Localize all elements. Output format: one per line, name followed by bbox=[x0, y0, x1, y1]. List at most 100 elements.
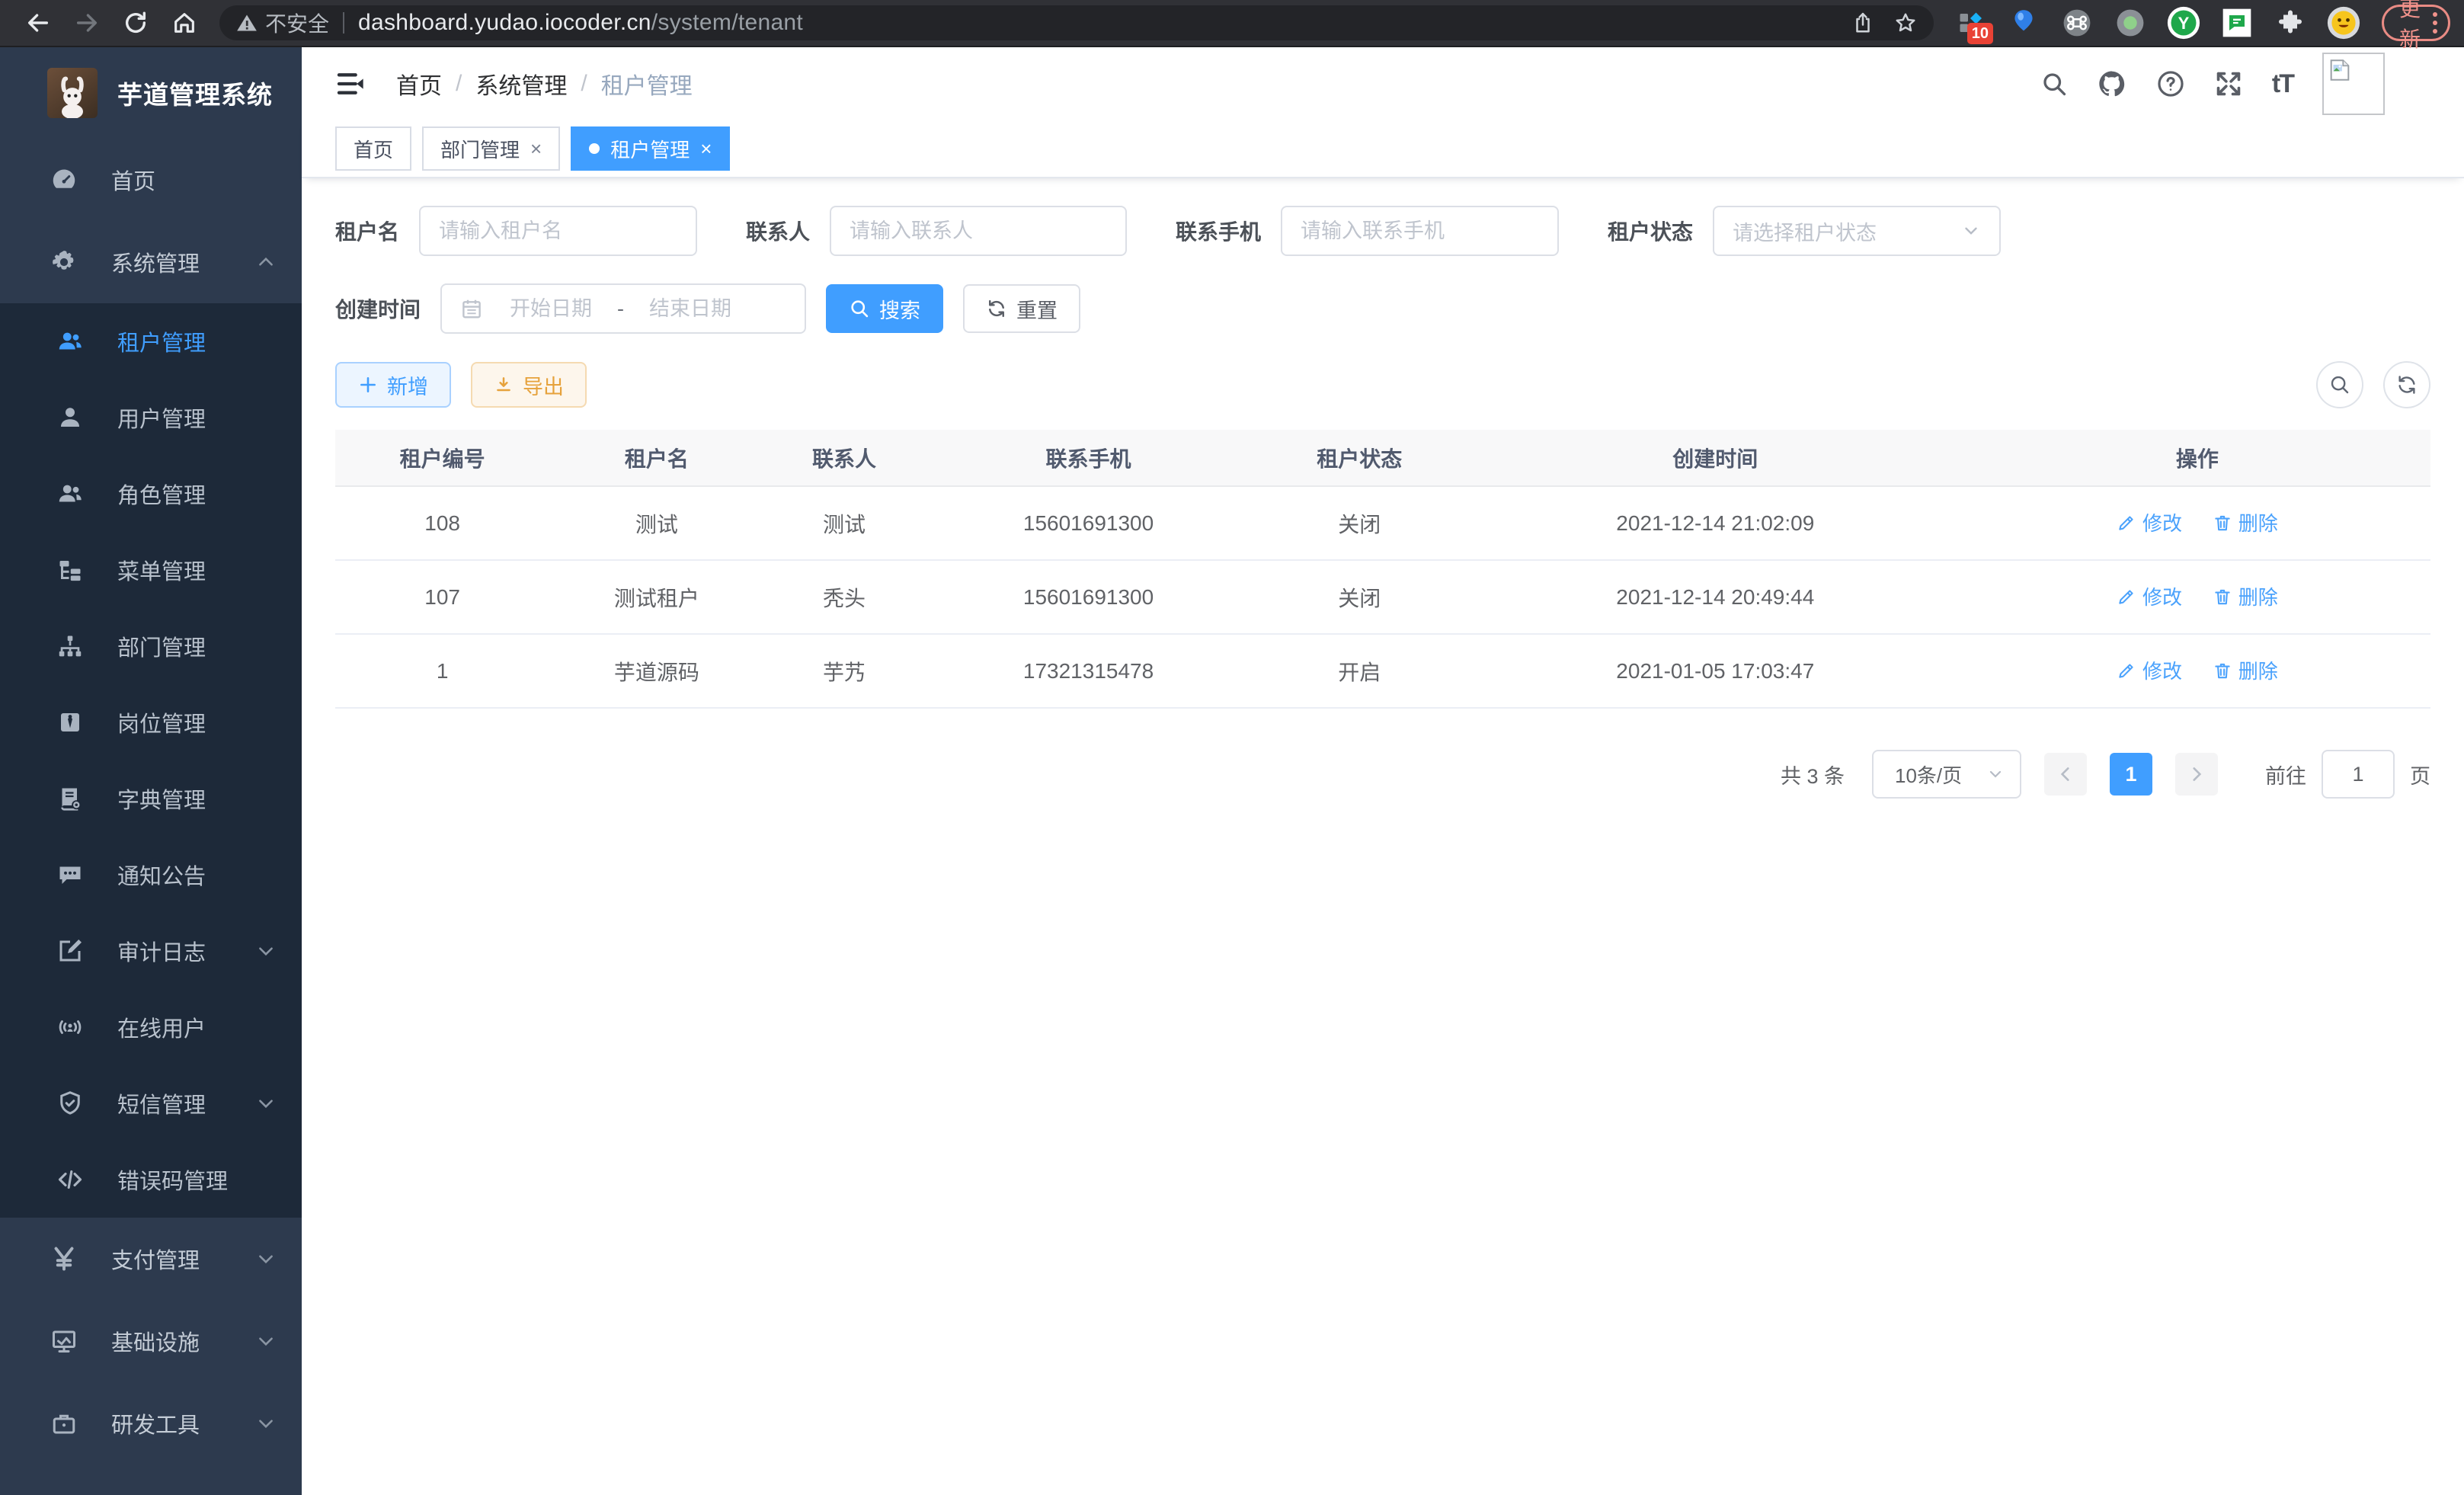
mobile-label: 联系手机 bbox=[1176, 216, 1261, 246]
help-icon[interactable] bbox=[2156, 69, 2185, 98]
sidebar-item-infra[interactable]: 基础设施 bbox=[0, 1300, 302, 1382]
main-area: 首页 / 系统管理 / 租户管理 tT bbox=[302, 47, 2464, 1495]
reset-button[interactable]: 重置 bbox=[963, 284, 1080, 333]
font-size-icon[interactable]: tT bbox=[2272, 69, 2293, 99]
sidebar-item-menu[interactable]: 菜单管理 bbox=[0, 532, 302, 608]
sidebar-item-dict[interactable]: 字典管理 bbox=[0, 760, 302, 837]
tenant-name-input[interactable] bbox=[419, 206, 697, 256]
broken-image-icon bbox=[2327, 57, 2353, 83]
contact-input[interactable] bbox=[830, 206, 1127, 256]
goto-page-input[interactable] bbox=[2322, 750, 2395, 799]
status-select[interactable]: 请选择租户状态 bbox=[1713, 206, 2001, 256]
sidebar-item-notice[interactable]: 通知公告 bbox=[0, 837, 302, 913]
edit-icon bbox=[2117, 587, 2136, 607]
error-code-icon bbox=[55, 1166, 85, 1193]
col-tenant-name: 租户名 bbox=[549, 430, 763, 486]
breadcrumb-system[interactable]: 系统管理 bbox=[475, 67, 567, 101]
sidebar-item-online-user[interactable]: 在线用户 bbox=[0, 989, 302, 1065]
create-time-range-picker[interactable]: - bbox=[440, 283, 806, 334]
sidebar-item-system[interactable]: 系统管理 bbox=[0, 221, 302, 303]
extension-record-icon[interactable] bbox=[2114, 6, 2147, 40]
mobile-input[interactable] bbox=[1281, 206, 1559, 256]
share-icon[interactable] bbox=[1851, 11, 1874, 34]
dept-tree-icon bbox=[55, 632, 85, 660]
sms-shield-icon bbox=[55, 1090, 85, 1117]
calendar-icon bbox=[460, 297, 483, 320]
extension-badge: 10 bbox=[1967, 23, 1993, 44]
sidebar-item-tenant[interactable]: 租户管理 bbox=[0, 303, 302, 379]
sidebar-item-audit-log[interactable]: 审计日志 bbox=[0, 913, 302, 989]
sidebar-item-devtools[interactable]: 研发工具 bbox=[0, 1382, 302, 1465]
table-row: 1 芋道源码 芋艿 17321315478 开启 2021-01-05 17:0… bbox=[335, 634, 2430, 708]
total-count: 共 3 条 bbox=[1781, 760, 1845, 789]
sidebar-item-error-code[interactable]: 错误码管理 bbox=[0, 1141, 302, 1218]
delete-link[interactable]: 删除 bbox=[2213, 656, 2278, 684]
export-button[interactable]: 导出 bbox=[471, 362, 587, 408]
extension-y-icon[interactable]: Y bbox=[2167, 6, 2200, 40]
search-button[interactable]: 搜索 bbox=[826, 284, 943, 333]
extension-chat-icon[interactable] bbox=[2220, 6, 2254, 40]
github-icon[interactable] bbox=[2097, 69, 2127, 99]
contact-label: 联系人 bbox=[746, 216, 810, 246]
search-icon[interactable] bbox=[2040, 70, 2068, 98]
breadcrumb-home[interactable]: 首页 bbox=[396, 67, 442, 101]
download-icon bbox=[494, 375, 514, 395]
sidebar-item-user[interactable]: 用户管理 bbox=[0, 379, 302, 456]
avatar[interactable] bbox=[2322, 53, 2385, 115]
next-page-button[interactable] bbox=[2175, 753, 2218, 796]
sidebar-item-post[interactable]: 岗位管理 bbox=[0, 684, 302, 760]
refresh-circle-button[interactable] bbox=[2383, 361, 2430, 408]
edit-link[interactable]: 修改 bbox=[2117, 656, 2182, 684]
chevron-down-icon bbox=[256, 1093, 276, 1113]
chevron-up-icon bbox=[256, 252, 276, 272]
tab-tenant[interactable]: 租户管理 × bbox=[571, 126, 730, 171]
close-icon[interactable]: × bbox=[530, 137, 542, 161]
edit-link[interactable]: 修改 bbox=[2117, 508, 2182, 536]
extensions-puzzle-icon[interactable] bbox=[2274, 6, 2307, 40]
address-bar[interactable]: 不安全 dashboard.yudao.iocoder.cn/system/te… bbox=[219, 5, 1934, 40]
browser-forward-button[interactable] bbox=[67, 3, 107, 43]
sidebar-item-home[interactable]: 首页 bbox=[0, 139, 302, 221]
url-host: dashboard.yudao.iocoder.cn bbox=[358, 10, 651, 35]
tags-view-bar: 首页 部门管理 × 租户管理 × bbox=[302, 120, 2464, 178]
start-date-input[interactable] bbox=[494, 297, 608, 321]
sidebar-item-role[interactable]: 角色管理 bbox=[0, 456, 302, 532]
tab-dept[interactable]: 部门管理 × bbox=[422, 126, 560, 171]
edit-link[interactable]: 修改 bbox=[2117, 582, 2182, 610]
sidebar-item-sms[interactable]: 短信管理 bbox=[0, 1065, 302, 1141]
delete-link[interactable]: 删除 bbox=[2213, 582, 2278, 610]
extension-balloon-icon[interactable] bbox=[2007, 6, 2040, 40]
status-label: 租户状态 bbox=[1608, 216, 1693, 246]
extension-command-icon[interactable] bbox=[2060, 6, 2094, 40]
profile-avatar-icon[interactable] bbox=[2327, 6, 2360, 40]
bookmark-star-icon[interactable] bbox=[1894, 11, 1917, 34]
page-unit-label: 页 bbox=[2410, 760, 2430, 789]
show-search-circle-button[interactable] bbox=[2316, 361, 2363, 408]
delete-icon bbox=[2213, 513, 2232, 533]
close-icon[interactable]: × bbox=[700, 137, 712, 161]
browser-reload-button[interactable] bbox=[116, 3, 155, 43]
browser-update-button[interactable]: 更新 bbox=[2382, 5, 2450, 41]
search-icon bbox=[2328, 373, 2351, 396]
goto-label: 前往 bbox=[2265, 760, 2306, 789]
sidebar-item-pay[interactable]: 支付管理 bbox=[0, 1218, 302, 1300]
delete-link[interactable]: 删除 bbox=[2213, 508, 2278, 536]
page-number-1[interactable]: 1 bbox=[2110, 753, 2152, 796]
prev-page-button[interactable] bbox=[2044, 753, 2087, 796]
fullscreen-icon[interactable] bbox=[2214, 69, 2243, 98]
browser-back-button[interactable] bbox=[18, 3, 58, 43]
add-button[interactable]: 新增 bbox=[335, 362, 451, 408]
browser-home-button[interactable] bbox=[165, 3, 204, 43]
page-size-select[interactable]: 10条/页 bbox=[1872, 750, 2021, 799]
extension-grid-icon[interactable]: 10 bbox=[1954, 6, 1987, 40]
roles-users-icon bbox=[55, 480, 85, 507]
collapse-sidebar-icon[interactable] bbox=[335, 69, 366, 99]
tab-home[interactable]: 首页 bbox=[335, 126, 411, 171]
edit-icon bbox=[2117, 513, 2136, 533]
browser-menu-icon[interactable] bbox=[2433, 12, 2437, 34]
sidebar: 芋道管理系统 首页 系统管理 租户管理 用户管理 bbox=[0, 47, 302, 1495]
sidebar-item-dept[interactable]: 部门管理 bbox=[0, 608, 302, 684]
online-user-icon bbox=[55, 1013, 85, 1041]
tenant-name-label: 租户名 bbox=[335, 216, 399, 246]
end-date-input[interactable] bbox=[633, 297, 747, 321]
